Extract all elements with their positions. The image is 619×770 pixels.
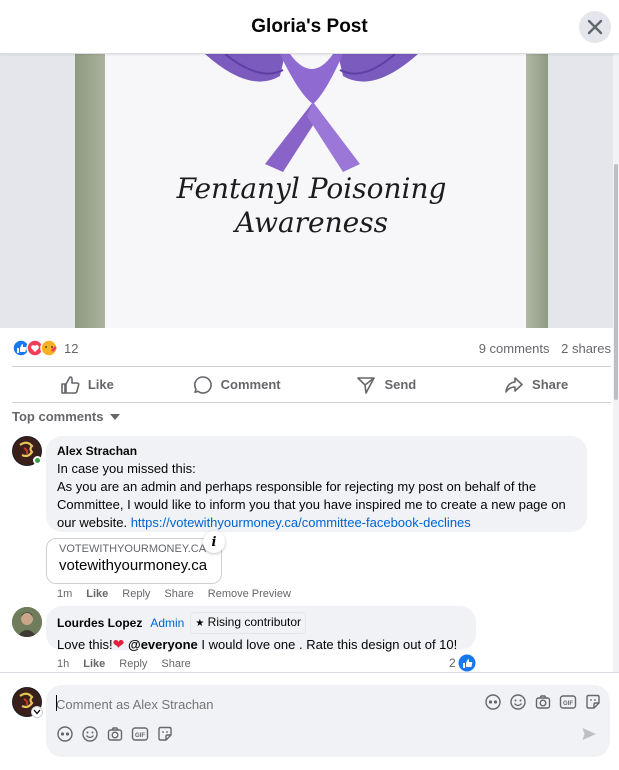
thumbs-up-icon <box>61 375 80 394</box>
comment-button[interactable]: Comment <box>162 367 312 402</box>
comment-reply-button[interactable]: Reply <box>122 588 150 600</box>
gif-icon[interactable]: GIF <box>131 725 149 743</box>
send-label: Send <box>384 377 417 392</box>
comment-reaction-count: 2 <box>449 656 456 670</box>
comment-time[interactable]: 1m <box>57 588 72 600</box>
emoji-icon[interactable] <box>81 725 99 743</box>
comment-meta: 1h Like Reply Share <box>57 658 191 670</box>
comment-meta: 1m Like Reply Share Remove Preview <box>57 588 291 600</box>
dialog-header: Gloria's Post <box>0 0 619 54</box>
post-image-container[interactable]: Fentanyl Poisoning Awareness <box>0 54 613 328</box>
contributor-badge[interactable]: ★ Rising contributor <box>190 612 307 634</box>
comment-author[interactable]: Lourdes Lopez <box>57 614 142 632</box>
post-action-bar: Like Comment Send Share <box>12 366 611 403</box>
share-icon <box>505 376 523 393</box>
mention-tag[interactable]: @everyone <box>128 637 198 652</box>
like-button[interactable]: Like <box>12 367 162 402</box>
comment-icon <box>193 375 212 394</box>
admin-label[interactable]: Admin <box>150 614 184 632</box>
link-preview-title: votewithyourmoney.ca <box>59 557 208 574</box>
image-caption-text: Fentanyl Poisoning Awareness <box>176 172 447 239</box>
comment-author[interactable]: Alex Strachan <box>57 442 576 460</box>
post-scroll-area: Fentanyl Poisoning Awareness 12 9 commen… <box>0 54 613 672</box>
close-button[interactable] <box>579 11 611 43</box>
comment-input[interactable] <box>56 694 456 714</box>
svg-text:GIF: GIF <box>563 701 573 707</box>
comment-like-button[interactable]: Like <box>86 588 108 600</box>
comment-input-box[interactable]: GIF GIF <box>46 685 610 757</box>
online-status-dot <box>33 456 42 465</box>
comment-text: In case you missed this: As you are an a… <box>57 461 566 530</box>
comments-count[interactable]: 9 comments <box>479 341 550 356</box>
camera-icon[interactable] <box>534 693 552 711</box>
send-icon <box>357 376 376 394</box>
ribbon-graphic <box>205 54 418 172</box>
svg-text:GIF: GIF <box>135 733 145 739</box>
link-preview-card[interactable]: VOTEWITHYOURMONEY.CA votewithyourmoney.c… <box>46 538 222 584</box>
dialog-title: Gloria's Post <box>251 16 368 37</box>
link-preview-domain: VOTEWITHYOURMONEY.CA <box>59 543 207 555</box>
gif-icon[interactable]: GIF <box>559 693 577 711</box>
emoji-icon[interactable] <box>509 693 527 711</box>
text-cursor <box>56 695 57 711</box>
share-label: Share <box>532 377 569 392</box>
post-image[interactable]: Fentanyl Poisoning Awareness <box>75 54 548 328</box>
comment-bubble: Lourdes Lopez Admin ★ Rising contributor… <box>46 606 476 652</box>
comment-reply-button[interactable]: Reply <box>119 658 147 670</box>
remove-preview-button[interactable]: Remove Preview <box>208 588 291 600</box>
like-label: Like <box>87 377 114 392</box>
scrollbar[interactable] <box>613 54 619 672</box>
camera-icon[interactable] <box>106 725 124 743</box>
comment-share-button[interactable]: Share <box>164 588 193 600</box>
comment-sort-dropdown[interactable]: Top comments <box>12 409 120 424</box>
comment-composer: GIF GIF <box>0 672 619 770</box>
scrollbar-thumb[interactable] <box>614 164 618 400</box>
sticker-icon[interactable] <box>156 725 174 743</box>
comment-sort-label: Top comments <box>12 409 104 424</box>
caret-down-icon <box>109 413 120 420</box>
sticker-icon[interactable] <box>584 693 602 711</box>
reaction-icons[interactable] <box>12 339 60 357</box>
comment-bubble: Alex Strachan In case you missed this: A… <box>46 436 587 532</box>
comment-link[interactable]: https://votewithyourmoney.ca/committee-f… <box>131 515 471 530</box>
heart-emoji-icon: ❤ <box>112 636 125 652</box>
avatar[interactable] <box>12 607 42 637</box>
profile-switch-icon[interactable] <box>31 706 43 718</box>
comment-time[interactable]: 1h <box>57 658 69 670</box>
avatar-sticker-icon[interactable] <box>484 693 502 711</box>
avatar-sticker-icon[interactable] <box>56 725 74 743</box>
comment-text: Love this!❤ @everyone I would love one .… <box>57 636 458 652</box>
share-button[interactable]: Share <box>461 367 611 402</box>
comment-label: Comment <box>220 377 281 392</box>
reactions-summary: 12 9 comments 2 shares <box>12 339 611 357</box>
send-comment-icon[interactable] <box>580 725 598 743</box>
comment-reactions[interactable]: 2 <box>449 654 476 672</box>
reaction-count[interactable]: 12 <box>64 341 78 356</box>
send-button[interactable]: Send <box>312 367 462 402</box>
avatar-photo-icon <box>12 607 42 637</box>
star-badge-icon: ★ <box>195 618 205 629</box>
shares-count[interactable]: 2 shares <box>561 341 611 356</box>
close-icon <box>587 19 603 35</box>
comment-share-button[interactable]: Share <box>161 658 190 670</box>
comment-like-button[interactable]: Like <box>83 658 105 670</box>
info-icon[interactable]: i <box>203 531 225 553</box>
like-reaction-icon <box>458 654 476 672</box>
